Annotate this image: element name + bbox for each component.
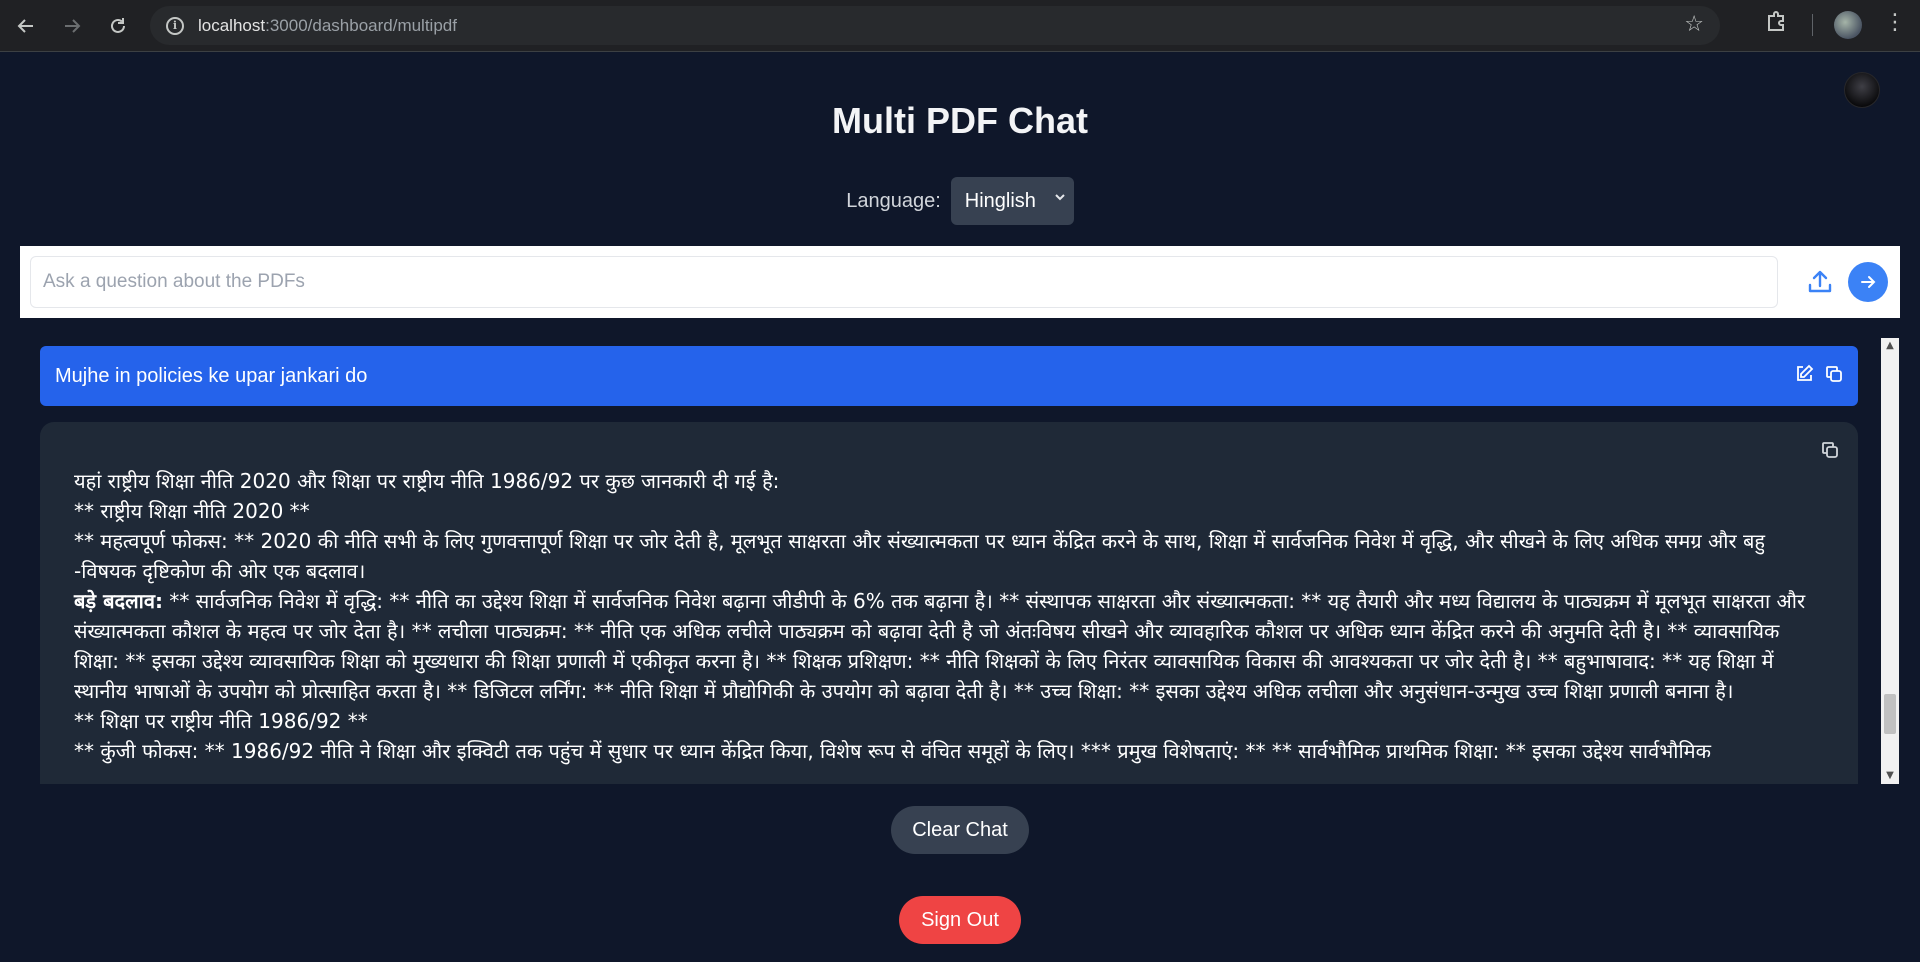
scroll-down-arrow-icon[interactable]: ▼ (1881, 768, 1899, 784)
scrollbar-thumb[interactable] (1884, 694, 1896, 734)
question-input[interactable]: Ask a question about the PDFs (30, 256, 1778, 308)
language-label: Language: (846, 189, 941, 212)
answer-changes-2020: बड़े बदलाव: ** सार्वजनिक निवेश में वृद्ध… (74, 586, 1814, 706)
answer-changes-text: ** सार्वजनिक निवेश में वृद्धि: ** नीति क… (74, 589, 1806, 703)
browser-toolbar: i localhost:3000/dashboard/multipdf ☆ ⋮ (0, 0, 1920, 52)
answer-heading-2020: ** राष्ट्रीय शिक्षा नीति 2020 ** (74, 499, 310, 523)
chat-scrollbar[interactable]: ▲ ▼ (1881, 338, 1899, 784)
page-title: Multi PDF Chat (832, 100, 1088, 141)
arrow-right-icon (1861, 276, 1876, 288)
url-text[interactable]: localhost:3000/dashboard/multipdf (198, 16, 457, 36)
user-message: Mujhe in policies ke upar jankari do (40, 346, 1858, 406)
question-panel: Ask a question about the PDFs (20, 246, 1900, 318)
site-info-icon[interactable]: i (166, 16, 184, 35)
star-icon[interactable]: ☆ (1684, 12, 1704, 37)
reload-icon[interactable] (98, 6, 138, 46)
puzzle-icon[interactable] (1765, 10, 1787, 38)
chat-history[interactable]: Mujhe in policies ke upar jankari do यहा… (40, 338, 1882, 784)
answer-focus-1986: ** कुंजी फोकस: ** 1986/92 नीति ने शिक्षा… (74, 739, 1711, 763)
assistant-message-text: यहां राष्ट्रीय शिक्षा नीति 2020 और शिक्ष… (74, 466, 1814, 766)
answer-intro: यहां राष्ट्रीय शिक्षा नीति 2020 और शिक्ष… (74, 469, 780, 493)
toolbar-divider (1812, 14, 1813, 36)
browser-profile-avatar[interactable] (1834, 11, 1862, 39)
copy-icon[interactable] (1824, 364, 1844, 390)
user-message-actions (1794, 364, 1844, 390)
forward-arrow-icon[interactable] (52, 6, 92, 46)
language-select-value: Hinglish (964, 189, 1036, 212)
answer-focus-2020: ** महत्वपूर्ण फोकस: ** 2020 की नीति सभी … (74, 529, 1766, 583)
clear-chat-button[interactable]: Clear Chat (891, 806, 1029, 854)
upload-icon[interactable] (1798, 260, 1842, 304)
question-input-placeholder: Ask a question about the PDFs (43, 271, 305, 292)
kebab-menu-icon[interactable]: ⋮ (1884, 10, 1906, 35)
url-path: :3000/dashboard/multipdf (265, 15, 457, 35)
back-arrow-icon[interactable] (6, 6, 46, 46)
url-host: localhost (198, 15, 266, 35)
language-select[interactable]: Hinglish (950, 177, 1074, 225)
answer-bold-prefix: बड़े बदलाव: (74, 589, 163, 613)
language-row: Language: Hinglish (0, 177, 1920, 225)
edit-icon[interactable] (1794, 364, 1814, 390)
assistant-message: यहां राष्ट्रीय शिक्षा नीति 2020 और शिक्ष… (40, 422, 1858, 784)
user-message-text: Mujhe in policies ke upar jankari do (55, 364, 368, 387)
sign-out-button[interactable]: Sign Out (899, 896, 1021, 944)
address-bar[interactable]: i localhost:3000/dashboard/multipdf ☆ (150, 6, 1720, 45)
chevron-down-icon (1054, 190, 1066, 206)
copy-icon[interactable] (1820, 440, 1840, 464)
answer-heading-1986: ** शिक्षा पर राष्ट्रीय नीति 1986/92 ** (74, 709, 368, 733)
send-button[interactable] (1848, 262, 1888, 302)
scroll-up-arrow-icon[interactable]: ▲ (1881, 338, 1899, 354)
